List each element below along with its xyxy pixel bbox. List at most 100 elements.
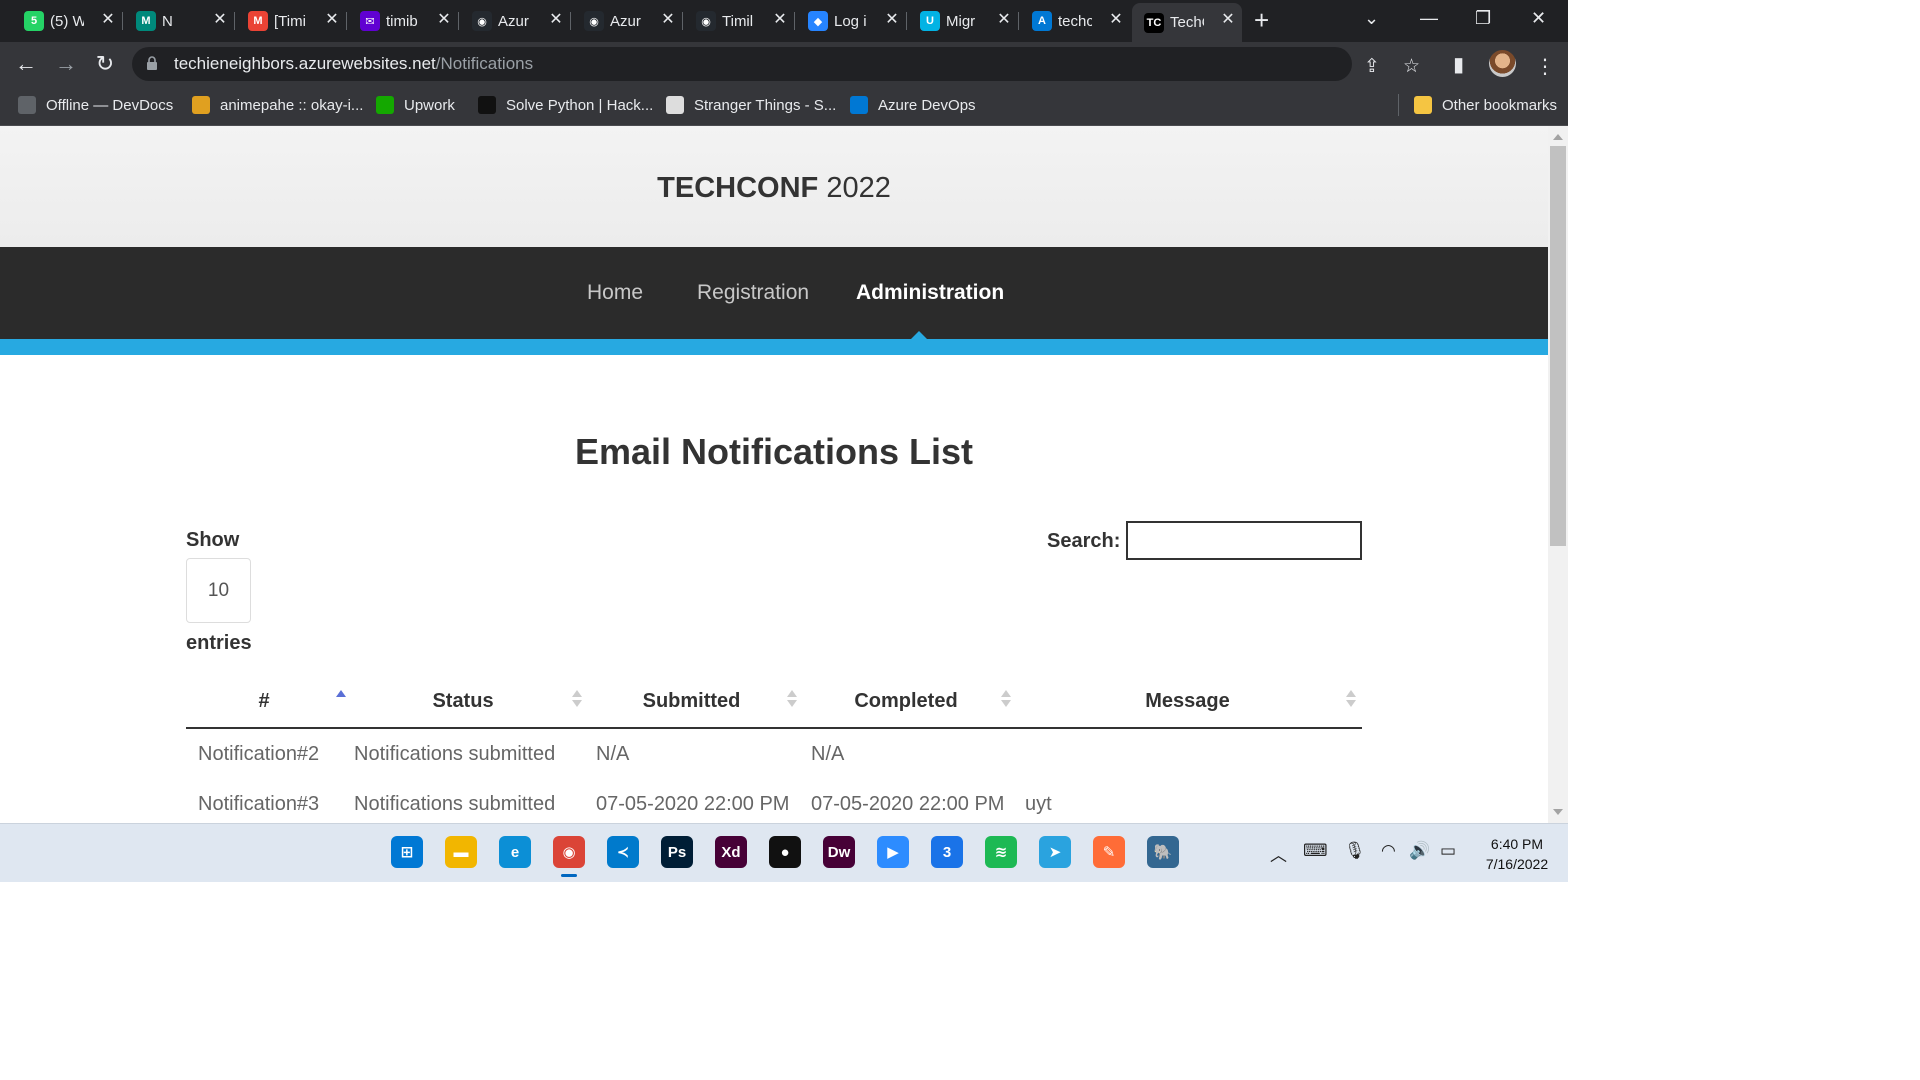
close-tab-icon[interactable]: ✕ (996, 12, 1012, 28)
browser-tab[interactable]: 5 (5) W ✕ (12, 3, 122, 39)
bookmark-item[interactable]: Offline — DevDocs (18, 94, 173, 116)
azure-devops-icon (850, 96, 868, 114)
column-header-submitted[interactable]: Submitted (584, 676, 799, 729)
browser-tab[interactable]: M [Timi ✕ (236, 3, 346, 39)
search-input[interactable] (1126, 521, 1362, 560)
scroll-up-icon[interactable] (1553, 134, 1563, 140)
column-header-number[interactable]: # (186, 676, 346, 729)
close-tab-icon[interactable]: ✕ (436, 12, 452, 28)
browser-tab[interactable]: M N ✕ (124, 3, 234, 39)
browser-tab[interactable]: ◉ Azur ✕ (572, 3, 682, 39)
app-3-icon[interactable]: 3 (931, 836, 963, 868)
other-bookmarks[interactable]: Other bookmarks (1414, 94, 1557, 116)
keyboard-icon[interactable]: ⌨ (1303, 841, 1328, 861)
close-window-button[interactable]: ✕ (1531, 8, 1546, 29)
url-text: techieneighbors.azurewebsites.net/Notifi… (174, 54, 534, 73)
browser-tab[interactable]: ◆ Log i ✕ (796, 3, 906, 39)
tab-title: (5) W (50, 12, 84, 30)
browser-tab[interactable]: TC TechC ✕ (1132, 3, 1242, 42)
close-tab-icon[interactable]: ✕ (100, 12, 116, 28)
chrome-icon[interactable]: ◉ (553, 836, 585, 877)
cell-number: Notification#2 (198, 742, 320, 765)
table-row: Notification#2 Notifications submitted N… (186, 728, 1362, 779)
bookmark-item[interactable]: Solve Python | Hack... (478, 94, 653, 116)
reload-button[interactable]: ↻ (91, 50, 119, 78)
dreamweaver-icon[interactable]: Dw (823, 836, 855, 868)
udacity-icon: U (920, 11, 940, 31)
browser-tab[interactable]: ◉ Azur ✕ (460, 3, 570, 39)
windows-taskbar: ︿ ⌨ 🎙 ◠ 🔊 ▭ 6:40 PM 7/16/2022 ⊞ ▬ e ◉ ≺ Ps Xd ●… (0, 823, 1568, 882)
menu-icon[interactable]: ⋮ (1535, 54, 1555, 79)
column-header-status[interactable]: Status (342, 676, 584, 729)
page-scrollbar[interactable] (1548, 126, 1568, 823)
animepahe-icon (192, 96, 210, 114)
close-tab-icon[interactable]: ✕ (884, 12, 900, 28)
system-clock[interactable]: 6:40 PM 7/16/2022 (1472, 834, 1562, 874)
tab-title: Azur (610, 12, 641, 30)
browser-tab[interactable]: ✉ timib ✕ (348, 3, 458, 39)
browser-tab[interactable]: Atechc ✕ (1020, 3, 1130, 39)
close-tab-icon[interactable]: ✕ (660, 12, 676, 28)
scrollbar-thumb[interactable] (1550, 146, 1566, 546)
adobe-xd-icon[interactable]: Xd (715, 836, 747, 868)
nav-administration[interactable]: Administration (856, 281, 1004, 305)
windows-start-icon[interactable]: ⊞ (391, 836, 423, 868)
restore-button[interactable]: ❐ (1475, 8, 1491, 29)
postgresql-icon[interactable]: 🐘 (1147, 836, 1179, 868)
zoom-icon[interactable]: ▶ (877, 836, 909, 868)
minimize-button[interactable]: — (1420, 8, 1438, 29)
forward-button[interactable]: → (52, 50, 80, 78)
scroll-down-icon[interactable] (1553, 809, 1563, 815)
telegram-icon[interactable]: ➤ (1039, 836, 1071, 868)
profile-avatar[interactable] (1489, 50, 1516, 77)
upwork-icon (376, 96, 394, 114)
close-tab-icon[interactable]: ✕ (324, 12, 340, 28)
browser-tab[interactable]: U Migr ✕ (908, 3, 1018, 39)
spotify-icon[interactable]: ≋ (985, 836, 1017, 868)
tab-separator (794, 12, 795, 30)
back-button[interactable]: ← (12, 50, 40, 78)
bookmark-star-icon[interactable]: ☆ (1403, 55, 1420, 78)
column-header-completed[interactable]: Completed (799, 676, 1013, 729)
active-nav-indicator (910, 331, 928, 340)
address-bar[interactable]: techieneighbors.azurewebsites.net/Notifi… (132, 47, 1420, 81)
vscode-icon[interactable]: ≺ (607, 836, 639, 868)
edge-icon[interactable]: e (499, 836, 531, 868)
tab-separator (1018, 12, 1019, 30)
tab-title: [Timi (274, 12, 306, 30)
bookmark-item[interactable]: Stranger Things - S... (666, 94, 836, 116)
nav-home[interactable]: Home (587, 281, 643, 305)
tab-title: Migr (946, 12, 976, 30)
browser-tab[interactable]: ◉ Timil ✕ (684, 3, 794, 39)
bookmark-item[interactable]: Azure DevOps (850, 94, 976, 116)
microphone-icon[interactable]: 🎙 (1344, 841, 1366, 861)
tray-overflow-icon[interactable]: ︿ (1270, 841, 1287, 866)
site-brand[interactable]: TECHCONF 2022 (0, 172, 1548, 205)
tab-search-icon[interactable]: ⌄ (1364, 8, 1379, 29)
cell-status: Notifications submitted (354, 742, 556, 765)
battery-icon[interactable]: ▭ (1440, 841, 1456, 861)
tab-title: TechC (1170, 14, 1204, 31)
table-header-row: # Status Submitted Completed Message (186, 676, 1362, 729)
nav-registration[interactable]: Registration (697, 281, 809, 305)
share-icon[interactable]: ⇪ (1364, 55, 1380, 78)
close-tab-icon[interactable]: ✕ (548, 12, 564, 28)
postman-icon[interactable]: ✎ (1093, 836, 1125, 868)
column-header-message[interactable]: Message (1013, 676, 1362, 729)
side-panel-icon[interactable]: ▮ (1453, 52, 1464, 77)
wifi-icon[interactable]: ◠ (1381, 841, 1396, 861)
close-tab-icon[interactable]: ✕ (1220, 12, 1236, 28)
bookmark-item[interactable]: Upwork (376, 94, 455, 116)
file-explorer-icon[interactable]: ▬ (445, 836, 477, 868)
close-tab-icon[interactable]: ✕ (212, 12, 228, 28)
close-tab-icon[interactable]: ✕ (1108, 12, 1124, 28)
close-tab-icon[interactable]: ✕ (772, 12, 788, 28)
page-length-select[interactable]: 10 (186, 558, 251, 623)
new-tab-button[interactable]: + (1254, 7, 1269, 33)
bookmark-item[interactable]: animepahe :: okay-i... (192, 94, 363, 116)
volume-icon[interactable]: 🔊 (1409, 841, 1430, 861)
table-row: Notification#3 Notifications submitted 0… (186, 779, 1362, 823)
screen-recorder-icon[interactable]: ● (769, 836, 801, 868)
sort-icon (1346, 690, 1356, 710)
photoshop-icon[interactable]: Ps (661, 836, 693, 868)
